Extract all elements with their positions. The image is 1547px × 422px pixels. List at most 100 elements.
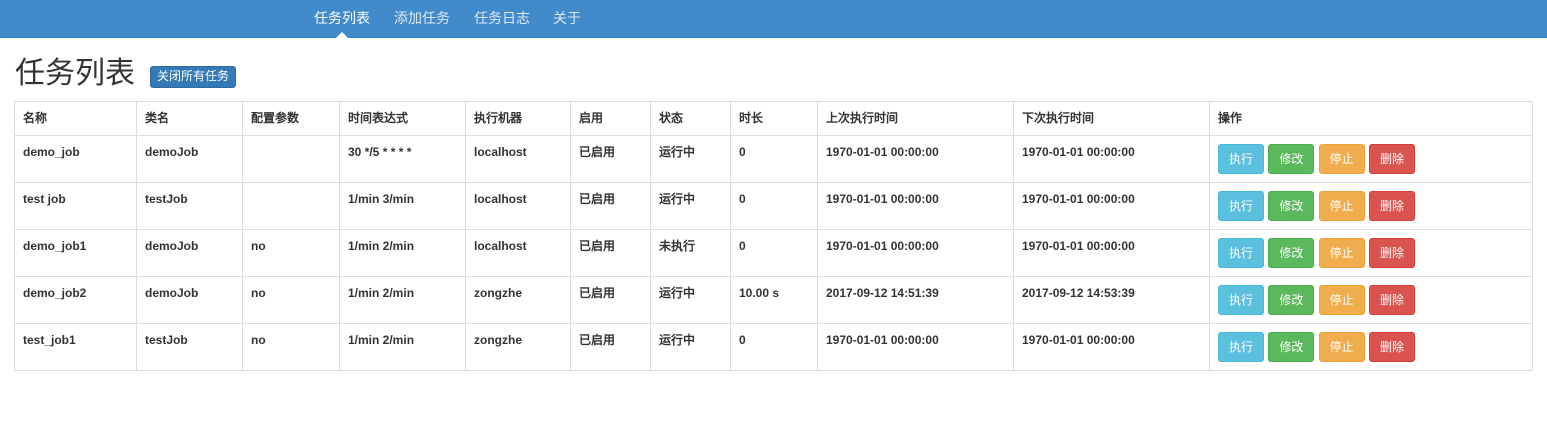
cell-host: localhost	[465, 229, 571, 277]
table-row: demo_job demoJob 30 */5 * * * * localhos…	[14, 135, 1533, 183]
cell-host: localhost	[465, 135, 571, 183]
nav-item-label: 任务列表	[314, 10, 370, 26]
nav-item-add-task[interactable]: 添加任务	[394, 0, 450, 37]
cell-next-run: 1970-01-01 00:00:00	[1013, 229, 1210, 277]
edit-button[interactable]: 修改	[1268, 144, 1315, 174]
cell-actions: 执行 修改 停止 删除	[1209, 229, 1533, 277]
nav-item-label: 添加任务	[394, 10, 450, 26]
cell-params	[242, 135, 340, 183]
cell-enabled: 已启用	[570, 229, 651, 277]
table-row: test job testJob 1/min 3/min localhost 已…	[14, 182, 1533, 230]
delete-button[interactable]: 删除	[1369, 332, 1416, 362]
cell-actions: 执行 修改 停止 删除	[1209, 182, 1533, 230]
cell-class: demoJob	[136, 135, 243, 183]
column-header-host: 执行机器	[465, 101, 571, 136]
cell-next-run: 2017-09-12 14:53:39	[1013, 276, 1210, 324]
stop-button[interactable]: 停止	[1318, 238, 1365, 268]
cell-enabled: 已启用	[570, 276, 651, 324]
cell-name: demo_job1	[14, 229, 137, 277]
nav-item-about[interactable]: 关于	[553, 0, 581, 37]
edit-button[interactable]: 修改	[1268, 238, 1315, 268]
cell-status: 运行中	[650, 135, 731, 183]
cell-duration: 0	[730, 323, 818, 371]
delete-button[interactable]: 删除	[1369, 144, 1416, 174]
column-header-enabled: 启用	[570, 101, 651, 136]
cell-params: no	[242, 229, 340, 277]
run-button[interactable]: 执行	[1218, 285, 1264, 315]
column-header-cron: 时间表达式	[339, 101, 466, 136]
cell-name: test job	[14, 182, 137, 230]
delete-button[interactable]: 删除	[1369, 238, 1416, 268]
nav-item-task-list[interactable]: 任务列表	[314, 0, 370, 38]
run-button[interactable]: 执行	[1218, 144, 1264, 174]
cell-status: 未执行	[650, 229, 731, 277]
cell-cron: 1/min 2/min	[339, 276, 466, 324]
cell-next-run: 1970-01-01 00:00:00	[1013, 182, 1210, 230]
stop-button[interactable]: 停止	[1318, 285, 1365, 315]
cell-last-run: 1970-01-01 00:00:00	[817, 135, 1014, 183]
cell-class: demoJob	[136, 276, 243, 324]
active-caret-icon	[336, 32, 348, 38]
cell-cron: 1/min 2/min	[339, 323, 466, 371]
cell-host: localhost	[465, 182, 571, 230]
cell-enabled: 已启用	[570, 135, 651, 183]
cell-name: test_job1	[14, 323, 137, 371]
stop-button[interactable]: 停止	[1318, 191, 1365, 221]
cell-class: demoJob	[136, 229, 243, 277]
cell-enabled: 已启用	[570, 182, 651, 230]
nav-item-task-log[interactable]: 任务日志	[474, 0, 530, 37]
table-row: test_job1 testJob no 1/min 2/min zongzhe…	[14, 323, 1533, 371]
cell-host: zongzhe	[465, 323, 571, 371]
cell-actions: 执行 修改 停止 删除	[1209, 276, 1533, 324]
cell-name: demo_job2	[14, 276, 137, 324]
cell-actions: 执行 修改 停止 删除	[1209, 135, 1533, 183]
close-all-tasks-button[interactable]: 关闭所有任务	[150, 66, 237, 88]
stop-button[interactable]: 停止	[1318, 332, 1365, 362]
cell-enabled: 已启用	[570, 323, 651, 371]
stop-button[interactable]: 停止	[1318, 144, 1365, 174]
cell-last-run: 1970-01-01 00:00:00	[817, 229, 1014, 277]
cell-last-run: 1970-01-01 00:00:00	[817, 182, 1014, 230]
cell-next-run: 1970-01-01 00:00:00	[1013, 135, 1210, 183]
cell-cron: 30 */5 * * * *	[339, 135, 466, 183]
cell-status: 运行中	[650, 276, 731, 324]
delete-button[interactable]: 删除	[1369, 191, 1416, 221]
run-button[interactable]: 执行	[1218, 332, 1264, 362]
run-button[interactable]: 执行	[1218, 191, 1264, 221]
column-header-next-run: 下次执行时间	[1013, 101, 1210, 136]
column-header-class: 类名	[136, 101, 243, 136]
delete-button[interactable]: 删除	[1369, 285, 1416, 315]
top-navbar: 任务列表 添加任务 任务日志 关于	[0, 0, 1547, 38]
edit-button[interactable]: 修改	[1268, 191, 1315, 221]
edit-button[interactable]: 修改	[1268, 285, 1315, 315]
cell-last-run: 1970-01-01 00:00:00	[817, 323, 1014, 371]
cell-duration: 0	[730, 135, 818, 183]
column-header-duration: 时长	[730, 101, 818, 136]
cell-status: 运行中	[650, 182, 731, 230]
column-header-status: 状态	[650, 101, 731, 136]
column-header-name: 名称	[14, 101, 137, 136]
cell-cron: 1/min 2/min	[339, 229, 466, 277]
cell-duration: 0	[730, 229, 818, 277]
cell-cron: 1/min 3/min	[339, 182, 466, 230]
edit-button[interactable]: 修改	[1268, 332, 1315, 362]
column-header-actions: 操作	[1209, 101, 1533, 136]
cell-class: testJob	[136, 182, 243, 230]
cell-duration: 10.00 s	[730, 276, 818, 324]
table-row: demo_job1 demoJob no 1/min 2/min localho…	[14, 229, 1533, 277]
cell-class: testJob	[136, 323, 243, 371]
cell-params: no	[242, 276, 340, 324]
nav-item-label: 关于	[553, 10, 581, 26]
cell-duration: 0	[730, 182, 818, 230]
cell-name: demo_job	[14, 135, 137, 183]
cell-params	[242, 182, 340, 230]
cell-status: 运行中	[650, 323, 731, 371]
cell-params: no	[242, 323, 340, 371]
table-row: demo_job2 demoJob no 1/min 2/min zongzhe…	[14, 276, 1533, 324]
nav-item-label: 任务日志	[474, 10, 530, 26]
task-table: 名称 类名 配置参数 时间表达式 执行机器 启用 状态 时长 上次执行时间 下次…	[14, 101, 1533, 371]
run-button[interactable]: 执行	[1218, 238, 1264, 268]
column-header-last-run: 上次执行时间	[817, 101, 1014, 136]
cell-host: zongzhe	[465, 276, 571, 324]
column-header-params: 配置参数	[242, 101, 340, 136]
